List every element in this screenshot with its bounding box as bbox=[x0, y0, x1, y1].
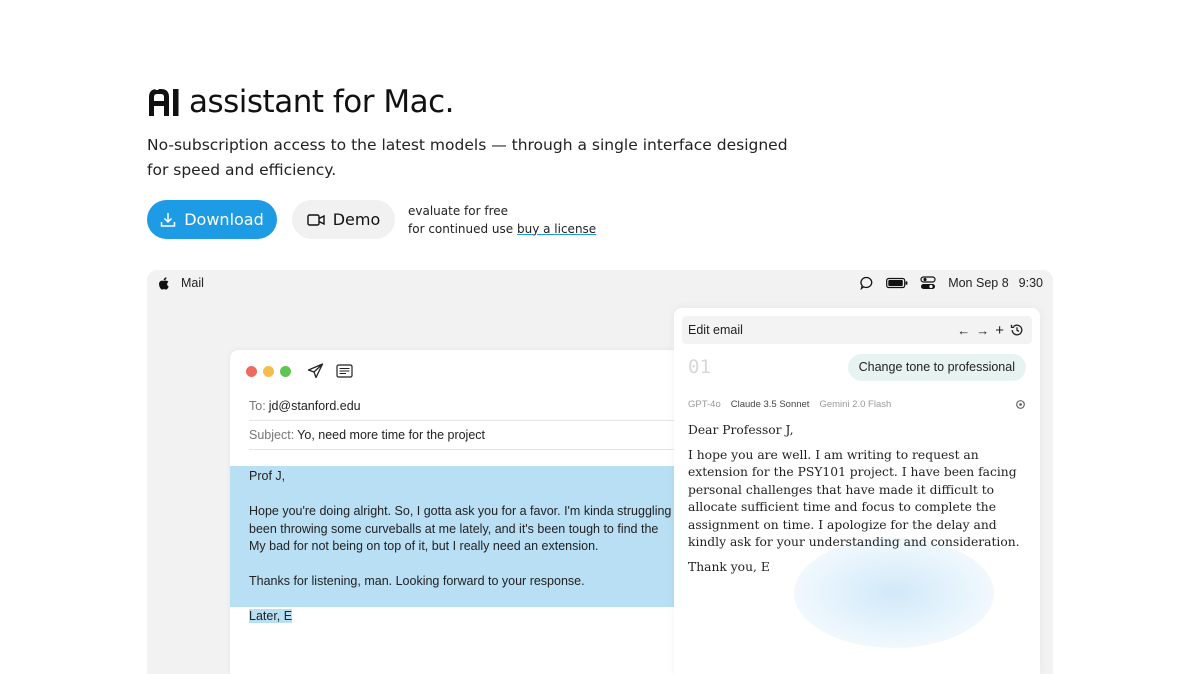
to-value: jd@stanford.edu bbox=[268, 399, 361, 413]
prompt-row: 01 Change tone to professional bbox=[674, 344, 1040, 390]
menu-bar-status: Mon Sep 8 9:30 bbox=[860, 276, 1043, 290]
mail-body-closing: Thanks for listening, man. Looking forwa… bbox=[249, 574, 585, 588]
mail-body-line: Hope you're doing alright. So, I gotta a… bbox=[249, 504, 672, 518]
download-button[interactable]: Download bbox=[147, 200, 277, 239]
ai-edit-panel: Edit email ← → + 01 Change tone to profe… bbox=[674, 308, 1040, 674]
menu-bar: Mail Mon Sep 8 9:30 bbox=[147, 270, 1053, 296]
send-icon[interactable] bbox=[307, 363, 324, 379]
headline: assistant for Mac. bbox=[189, 84, 455, 120]
subject-value: Yo, need more time for the project bbox=[297, 428, 486, 442]
model-gpt-4o[interactable]: GPT-4o bbox=[688, 399, 721, 410]
menu-bar-date[interactable]: Mon Sep 8 bbox=[948, 276, 1008, 290]
apple-icon[interactable] bbox=[157, 276, 171, 290]
hero-section: assistant for Mac. No-subscription acces… bbox=[147, 84, 847, 183]
battery-icon[interactable] bbox=[886, 277, 908, 289]
buy-license-link[interactable]: buy a license bbox=[517, 222, 596, 236]
demo-button[interactable]: Demo bbox=[292, 200, 395, 239]
zoom-window-button[interactable] bbox=[280, 365, 291, 377]
arrow-right-icon[interactable]: → bbox=[976, 323, 989, 338]
subject-label: Subject: bbox=[249, 428, 295, 442]
reply-greeting: Dear Professor J, bbox=[688, 423, 794, 437]
license-note: evaluate for free for continued use buy … bbox=[408, 202, 596, 238]
arrow-left-icon[interactable]: ← bbox=[957, 323, 970, 338]
mail-body-line: My bad for not being on top of it, but I… bbox=[249, 539, 599, 553]
license-prefix: for continued use bbox=[408, 221, 517, 236]
panel-header: Edit email ← → + bbox=[682, 316, 1032, 344]
subheadline: No-subscription access to the latest mod… bbox=[147, 136, 788, 179]
ai-reply[interactable]: Dear Professor J, I hope you are well. I… bbox=[688, 422, 1033, 583]
model-selector: GPT-4o Claude 3.5 Sonnet Gemini 2.0 Flas… bbox=[674, 392, 1040, 416]
headline-row: assistant for Mac. bbox=[147, 84, 847, 120]
prompt-counter: 01 bbox=[688, 356, 711, 378]
demo-label: Demo bbox=[332, 210, 381, 229]
chat-bubble-icon[interactable] bbox=[860, 276, 874, 290]
active-app-name[interactable]: Mail bbox=[181, 276, 204, 290]
mac-screen-mockup: Mail Mon Sep 8 9:30 To: jd@stanford.edu … bbox=[147, 270, 1053, 674]
header-fields-icon[interactable] bbox=[336, 364, 353, 378]
change-tone-chip[interactable]: Change tone to professional bbox=[847, 353, 1026, 381]
model-gemini-2-0-flash[interactable]: Gemini 2.0 Flash bbox=[819, 399, 891, 410]
mail-body-greeting: Prof J, bbox=[249, 469, 286, 483]
reply-paragraph: I hope you are well. I am writing to req… bbox=[688, 447, 1020, 550]
mail-toolbar bbox=[230, 350, 676, 392]
history-icon[interactable] bbox=[1010, 323, 1024, 337]
close-window-button[interactable] bbox=[246, 365, 257, 377]
download-label: Download bbox=[184, 210, 264, 229]
video-camera-icon bbox=[307, 213, 325, 226]
license-line: for continued use buy a license bbox=[408, 220, 596, 238]
mail-body[interactable]: Prof J, Hope you're doing alright. So, I… bbox=[249, 468, 671, 626]
mail-body-signoff: Later, E bbox=[249, 609, 293, 623]
to-field[interactable]: To: jd@stanford.edu bbox=[249, 392, 676, 421]
to-label: To: bbox=[249, 399, 266, 413]
panel-nav: ← → + bbox=[957, 322, 1024, 339]
control-center-icon[interactable] bbox=[920, 276, 936, 290]
plus-icon[interactable]: + bbox=[995, 322, 1004, 339]
mail-compose-window: To: jd@stanford.edu Subject: Yo, need mo… bbox=[230, 350, 676, 674]
mail-body-line: been throwing some curveballs at me late… bbox=[249, 521, 659, 536]
panel-title: Edit email bbox=[688, 323, 743, 337]
cta-row: Download Demo evaluate for free for cont… bbox=[147, 200, 596, 239]
ai-logo-mark-icon bbox=[149, 87, 179, 116]
gear-icon[interactable] bbox=[1015, 399, 1026, 410]
minimize-window-button[interactable] bbox=[263, 365, 274, 377]
menu-bar-time[interactable]: 9:30 bbox=[1019, 276, 1043, 290]
eval-line: evaluate for free bbox=[408, 203, 509, 218]
reply-signoff: Thank you, E bbox=[688, 559, 770, 574]
subject-field[interactable]: Subject: Yo, need more time for the proj… bbox=[249, 421, 676, 450]
download-icon bbox=[160, 212, 176, 227]
model-claude-3-5-sonnet[interactable]: Claude 3.5 Sonnet bbox=[731, 399, 810, 410]
